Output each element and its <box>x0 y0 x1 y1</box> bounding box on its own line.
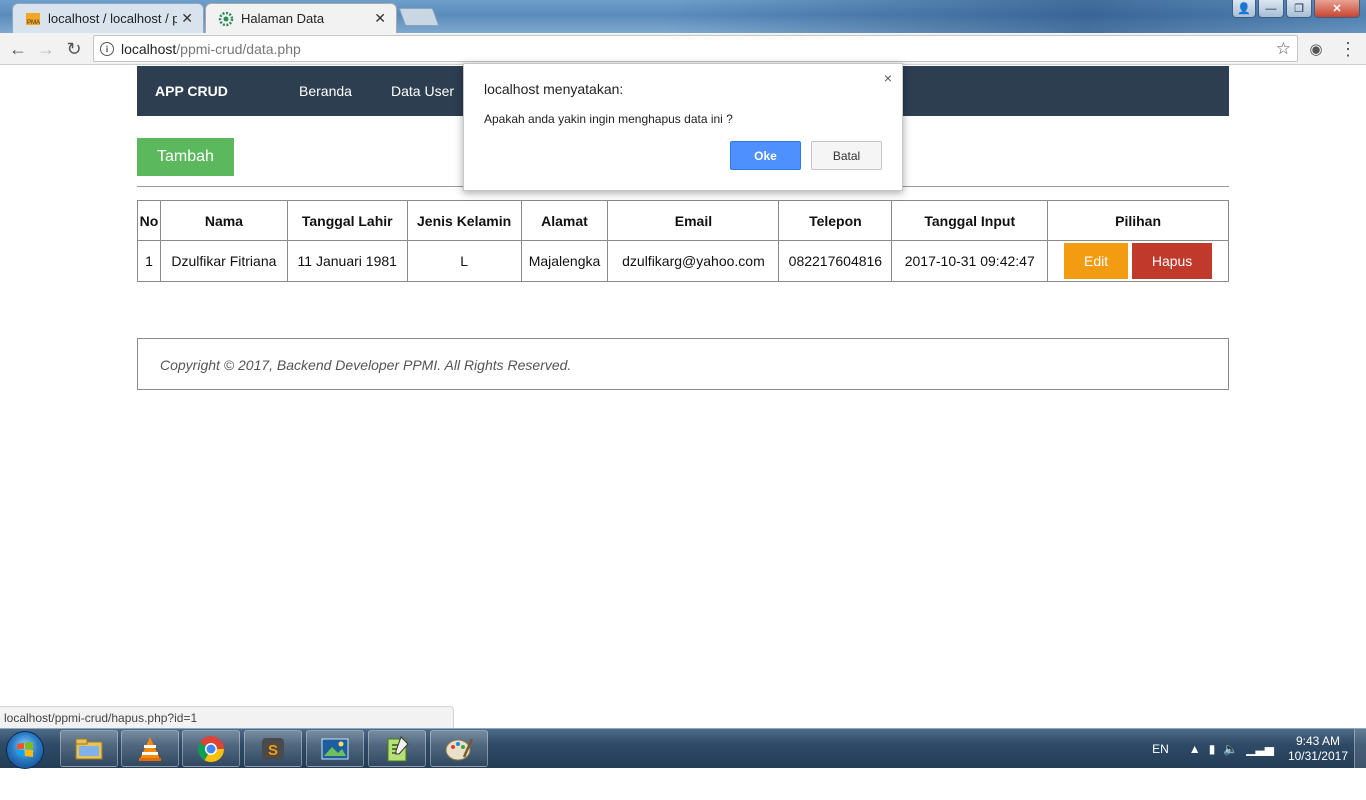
bookmark-star-icon[interactable]: ☆ <box>1276 39 1291 59</box>
cell-jenis-kelamin: L <box>406 240 522 282</box>
new-tab-button[interactable] <box>398 8 440 26</box>
nav-link-data-user[interactable]: Data User <box>391 83 454 99</box>
edit-button[interactable]: Edit <box>1064 243 1129 279</box>
tab-halaman-data[interactable]: Halaman Data ✕ <box>205 3 397 33</box>
explorer-icon[interactable] <box>60 730 118 767</box>
settings-gear-icon <box>218 11 234 27</box>
network-icon[interactable]: ▁▃▅ <box>1246 742 1274 756</box>
cell-telepon: 082217604816 <box>778 240 893 282</box>
vlc-icon[interactable] <box>121 730 179 767</box>
col-header: Tanggal Input <box>891 200 1049 241</box>
language-indicator[interactable]: EN <box>1152 742 1169 756</box>
power-icon[interactable]: ▮ <box>1209 742 1216 756</box>
forward-arrow-icon[interactable]: → <box>34 37 58 61</box>
show-hidden-icons-icon[interactable]: ▲ <box>1189 742 1201 756</box>
col-header: No <box>137 200 161 241</box>
col-header: Alamat <box>520 200 609 241</box>
col-header: Tanggal Lahir <box>286 200 408 241</box>
copyright-text: Copyright © 2017, Backend Developer PPMI… <box>160 357 572 373</box>
col-header: Nama <box>159 200 288 241</box>
paint-icon[interactable] <box>430 730 488 767</box>
dialog-title: localhost menyatakan: <box>484 81 624 97</box>
brand-logo[interactable]: APP CRUD <box>155 83 228 99</box>
notepad-plus-icon[interactable] <box>368 730 426 767</box>
volume-icon[interactable]: 🔈 <box>1223 742 1238 756</box>
confirm-dialog: localhost menyatakan: × Apakah anda yaki… <box>463 63 903 191</box>
extension-icon[interactable]: ◉ <box>1304 37 1328 61</box>
table-header-row: No Nama Tanggal Lahir Jenis Kelamin Alam… <box>137 200 1229 241</box>
info-icon[interactable]: i <box>100 41 114 56</box>
footer: Copyright © 2017, Backend Developer PPMI… <box>137 338 1229 390</box>
cell-no: 1 <box>137 240 161 282</box>
cancel-button[interactable]: Batal <box>811 141 882 170</box>
reload-icon[interactable]: ↻ <box>62 37 86 61</box>
ok-button[interactable]: Oke <box>730 141 801 170</box>
profile-icon[interactable]: 👤 <box>1232 0 1256 18</box>
tab-title: localhost / localhost / pp <box>48 11 178 26</box>
maximize-button[interactable]: ❐ <box>1286 0 1312 18</box>
browser-titlebar: PMA localhost / localhost / pp ✕ Halaman… <box>0 0 1366 33</box>
close-icon[interactable]: × <box>884 70 892 86</box>
chrome-icon[interactable] <box>182 730 240 767</box>
svg-text:PMA: PMA <box>27 20 40 26</box>
status-url: localhost/ppmi-crud/hapus.php?id=1 <box>0 706 454 728</box>
cell-actions: Edit Hapus <box>1047 240 1229 282</box>
cell-nama: Dzulfikar Fitriana <box>159 240 288 282</box>
url-path: /ppmi-crud/data.php <box>176 40 301 57</box>
clock-time: 9:43 AM <box>1295 734 1340 748</box>
col-header: Email <box>607 200 780 241</box>
cell-alamat: Majalengka <box>520 240 609 282</box>
col-header: Pilihan <box>1047 200 1229 241</box>
col-header: Jenis Kelamin <box>406 200 522 241</box>
close-tab-icon[interactable]: ✕ <box>374 10 386 27</box>
cell-tanggal-input: 2017-10-31 09:42:47 <box>891 240 1049 282</box>
photo-viewer-icon[interactable] <box>306 730 364 767</box>
close-tab-icon[interactable]: ✕ <box>181 10 193 27</box>
cell-tanggal-lahir: 11 Januari 1981 <box>286 240 408 282</box>
tab-title: Halaman Data <box>241 11 325 26</box>
data-table: No Nama Tanggal Lahir Jenis Kelamin Alam… <box>137 200 1229 282</box>
windows-start-icon[interactable] <box>6 731 44 769</box>
delete-button[interactable]: Hapus <box>1132 243 1213 279</box>
menu-icon[interactable]: ⋮ <box>1336 37 1360 61</box>
cell-email: dzulfikarg@yahoo.com <box>607 240 780 282</box>
minimize-button[interactable]: — <box>1258 0 1284 18</box>
clock[interactable]: 9:43 AM 10/31/2017 <box>1288 734 1348 764</box>
sublime-text-icon[interactable]: S <box>244 730 302 767</box>
address-bar[interactable]: i localhost/ppmi-crud/data.php ☆ <box>93 35 1298 62</box>
svg-text:S: S <box>268 742 278 759</box>
phpmyadmin-icon: PMA <box>25 11 41 27</box>
window-controls: 👤 — ❐ ✕ <box>1232 0 1360 18</box>
clock-date: 10/31/2017 <box>1287 749 1348 763</box>
show-desktop-button[interactable] <box>1354 729 1366 769</box>
browser-toolbar: ← → ↻ i localhost/ppmi-crud/data.php ☆ ◉… <box>0 33 1366 65</box>
col-header: Telepon <box>778 200 893 241</box>
table-row: 1 Dzulfikar Fitriana 11 Januari 1981 L M… <box>137 240 1229 282</box>
url-host: localhost <box>121 40 177 57</box>
taskbar: S EN ▲ ▮ 🔈 ▁▃▅ 9:43 AM 10/31/2017 <box>0 728 1366 769</box>
system-tray: EN ▲ ▮ 🔈 ▁▃▅ 9:43 AM 10/31/2017 <box>1152 729 1348 769</box>
add-button[interactable]: Tambah <box>137 138 234 176</box>
tab-phpmyadmin[interactable]: PMA localhost / localhost / pp ✕ <box>12 3 204 33</box>
back-arrow-icon[interactable]: ← <box>6 37 30 61</box>
close-window-button[interactable]: ✕ <box>1314 0 1360 18</box>
dialog-message: Apakah anda yakin ingin menghapus data i… <box>484 112 733 126</box>
nav-link-beranda[interactable]: Beranda <box>299 83 352 99</box>
